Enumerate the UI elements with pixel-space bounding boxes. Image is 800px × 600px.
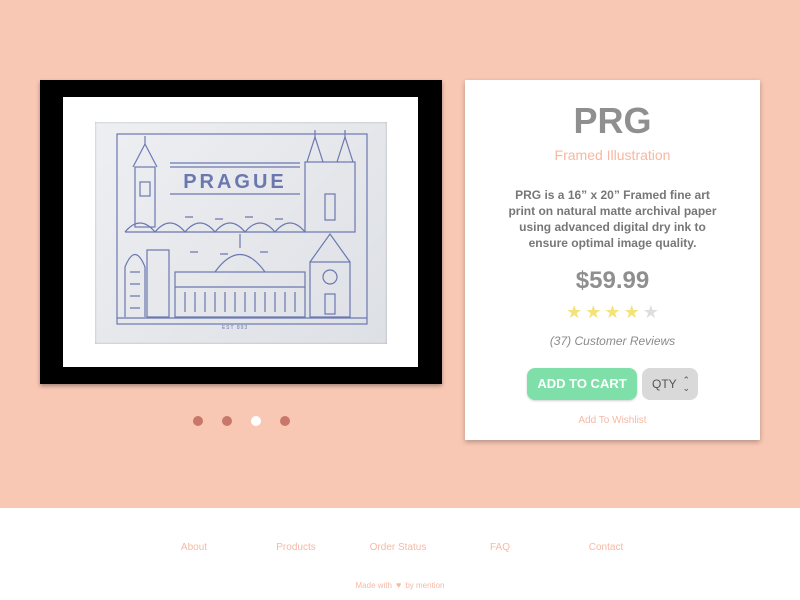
- illustration-est-label: EST 893: [222, 325, 248, 331]
- hero-section: PRAGUE EST 893 PRG Framed Illustration P…: [0, 0, 800, 508]
- footer-link-faq[interactable]: FAQ: [490, 542, 510, 553]
- footer-nav: About Products Order Status FAQ Contact: [0, 542, 800, 556]
- star-icon: ★: [623, 302, 640, 322]
- footer-link-contact[interactable]: Contact: [589, 542, 623, 553]
- star-empty-icon: ★: [642, 302, 659, 322]
- footer-link-products[interactable]: Products: [276, 542, 315, 553]
- star-icon: ★: [585, 302, 602, 322]
- add-to-cart-button[interactable]: ADD TO CART: [527, 368, 637, 400]
- quantity-select[interactable]: QTY ⌃ ⌄: [642, 368, 698, 400]
- carousel-dot-3[interactable]: [251, 416, 261, 426]
- carousel-dot-4[interactable]: [280, 416, 290, 426]
- carousel-dots: [193, 416, 290, 426]
- made-with-credit: Made with ♥ by mention: [0, 580, 800, 590]
- product-subtitle: Framed Illustration: [554, 147, 671, 163]
- made-with-prefix: Made with: [355, 581, 392, 590]
- carousel-dot-1[interactable]: [193, 416, 203, 426]
- footer-link-order-status[interactable]: Order Status: [370, 542, 427, 553]
- product-image[interactable]: PRAGUE EST 893: [95, 122, 387, 344]
- made-with-suffix: by mention: [405, 581, 445, 590]
- star-icon: ★: [566, 302, 583, 322]
- quantity-label: QTY: [652, 377, 677, 391]
- illustration-city-name: PRAGUE: [183, 171, 287, 193]
- product-card: PRG Framed Illustration PRG is a 16” x 2…: [465, 80, 760, 440]
- footer: About Products Order Status FAQ Contact …: [0, 508, 800, 600]
- add-to-wishlist-link[interactable]: Add To Wishlist: [465, 415, 760, 426]
- artwork-mat: PRAGUE EST 893: [63, 97, 418, 367]
- star-icon: ★: [604, 302, 621, 322]
- chevron-updown-icon: ⌃ ⌄: [682, 375, 690, 393]
- product-price: $59.99: [575, 267, 650, 294]
- product-description: PRG is a 16” x 20” Framed fine art print…: [508, 188, 717, 250]
- artwork-frame: PRAGUE EST 893: [40, 80, 442, 384]
- customer-reviews-link[interactable]: (37) Customer Reviews: [465, 334, 760, 348]
- product-title: PRG: [573, 100, 652, 141]
- rating-stars: ★ ★ ★ ★ ★: [465, 302, 760, 322]
- heart-icon: ♥: [395, 580, 402, 590]
- footer-link-about[interactable]: About: [181, 542, 207, 553]
- carousel-dot-2[interactable]: [222, 416, 232, 426]
- prague-illustration: PRAGUE EST 893: [116, 130, 368, 331]
